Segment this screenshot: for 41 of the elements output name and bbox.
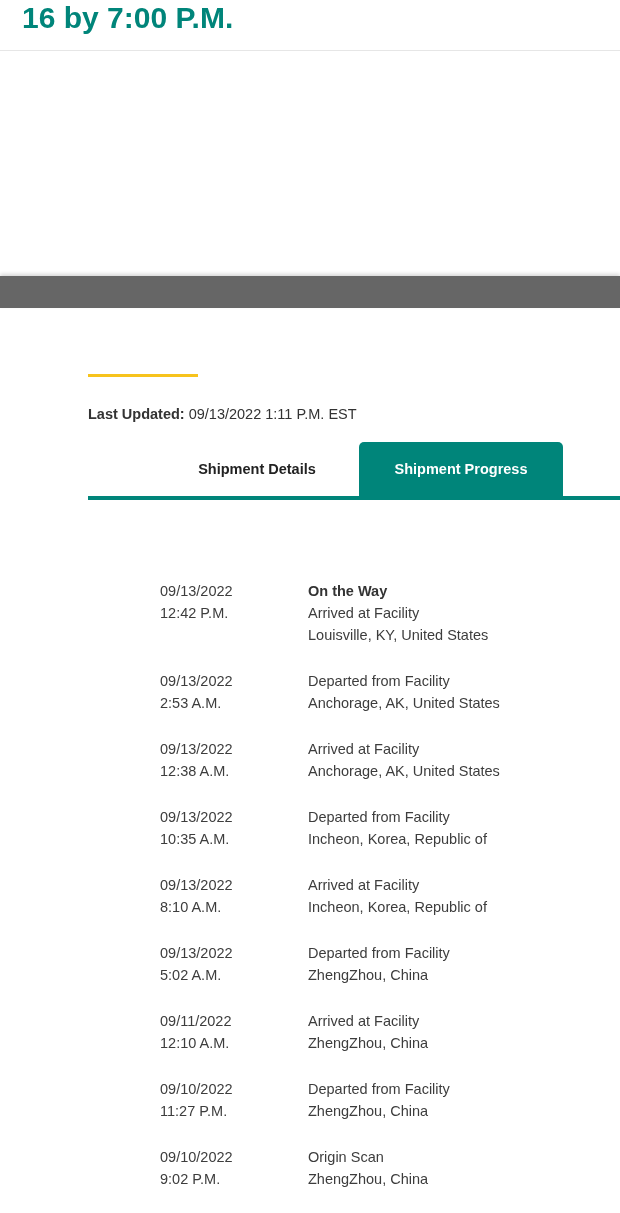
- event-activity: Departed from Facility: [308, 1080, 450, 1099]
- event-time: 10:35 A.M.: [160, 830, 230, 849]
- event-location: ZhengZhou, China: [308, 1034, 429, 1053]
- event-time: 12:42 P.M.: [160, 604, 229, 623]
- event-activity: Arrived at Facility: [308, 1012, 420, 1031]
- event-date: 09/10/2022: [160, 1080, 233, 1099]
- event-location: ZhengZhou, China: [308, 1170, 429, 1189]
- event-date: 09/11/2022: [160, 1012, 232, 1031]
- event-time: 11:27 P.M.: [160, 1102, 228, 1121]
- event-time: 12:10 A.M.: [160, 1034, 230, 1053]
- event-activity: Origin Scan: [308, 1148, 384, 1167]
- event-location: Incheon, Korea, Republic of: [308, 898, 487, 917]
- event-location: Incheon, Korea, Republic of: [308, 830, 487, 849]
- event-location: Louisville, KY, United States: [308, 626, 489, 645]
- event-location: Anchorage, AK, United States: [308, 694, 500, 713]
- event-time: 12:38 A.M.: [160, 762, 230, 781]
- event-location: ZhengZhou, China: [308, 1102, 429, 1121]
- event-date: 09/13/2022: [160, 672, 233, 691]
- event-status: On the Way: [308, 582, 388, 601]
- event-location: Anchorage, AK, United States: [308, 762, 500, 781]
- event-date: 09/13/2022: [160, 876, 233, 895]
- tab[interactable]: Shipment Details: [155, 442, 359, 496]
- event-time: 8:10 A.M.: [160, 898, 222, 917]
- event-date: 09/13/2022: [160, 582, 233, 601]
- tab[interactable]: Shipment Progress: [359, 442, 563, 496]
- event-activity: Arrived at Facility: [308, 876, 420, 895]
- event-activity: Arrived at Facility: [308, 740, 420, 759]
- event-activity: Departed from Facility: [308, 672, 450, 691]
- last-updated-text: Last Updated: 09/13/2022 1:11 P.M. EST: [88, 405, 357, 424]
- event-activity: Departed from Facility: [308, 944, 450, 963]
- event-location: ZhengZhou, China: [308, 966, 429, 985]
- event-date: 09/10/2022: [160, 1148, 233, 1167]
- event-time: 9:02 P.M.: [160, 1170, 221, 1189]
- event-time: 5:02 A.M.: [160, 966, 222, 985]
- delivery-heading: 16 by 7:00 P.M.: [21, 0, 234, 36]
- event-time: 2:53 A.M.: [160, 694, 222, 713]
- event-activity: Arrived at Facility: [308, 604, 420, 623]
- event-date: 09/13/2022: [160, 944, 233, 963]
- event-date: 09/13/2022: [160, 808, 233, 827]
- event-date: 09/13/2022: [160, 740, 233, 759]
- event-activity: Departed from Facility: [308, 808, 450, 827]
